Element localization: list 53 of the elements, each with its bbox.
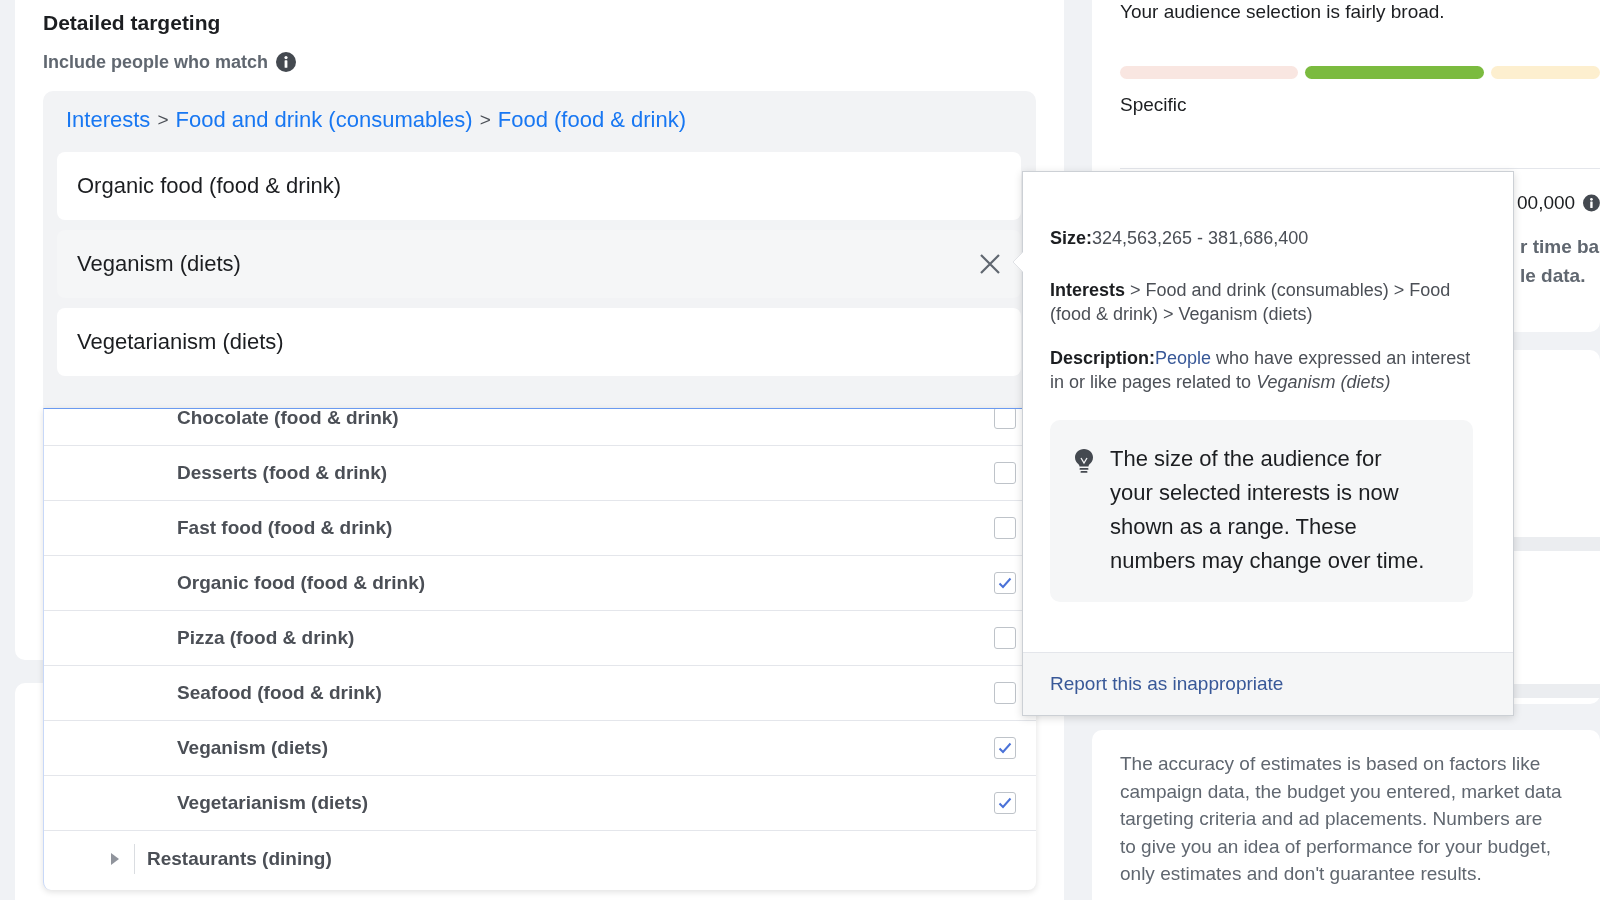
tip-text: The size of the audience for your selected interests is now shown as a range. These numbers may change over time. — [1110, 445, 1426, 575]
description-text: Description:People who have expressed an interest in or like pages related to Veganism (diets) — [1050, 347, 1472, 394]
lightbulb-icon — [1074, 448, 1094, 474]
info-icon[interactable] — [1583, 193, 1600, 213]
estimate-value: 00,000 — [1517, 191, 1576, 215]
report-link[interactable]: Report this as inappropriate — [1050, 672, 1284, 696]
checkbox[interactable] — [994, 572, 1016, 594]
interest-option[interactable]: Chocolate (food & drink) — [177, 409, 399, 429]
interest-option[interactable]: Seafood (food & drink) — [177, 682, 382, 704]
interest-label: Organic food (food & drink) — [77, 173, 342, 199]
checkbox[interactable] — [994, 517, 1016, 539]
check-icon — [998, 577, 1012, 589]
checkbox[interactable] — [994, 462, 1016, 484]
breadcrumb-separator: > — [157, 109, 169, 131]
breadcrumb-link[interactable]: Interests — [66, 107, 151, 133]
meter-label: Specific — [1120, 93, 1188, 117]
checkbox[interactable] — [994, 737, 1016, 759]
breadcrumb-link[interactable]: Food and drink (consumables) — [175, 107, 473, 133]
section-title: Detailed targeting — [43, 10, 222, 36]
selected-interest-row[interactable]: Organic food (food & drink) — [57, 152, 1021, 220]
interest-option[interactable]: Veganism (diets) — [177, 737, 328, 759]
accuracy-note-line: targeting criteria and ad placements. Numbers are — [1120, 807, 1544, 831]
breadcrumb-link[interactable]: Food (food & drink) — [497, 107, 687, 133]
interest-option[interactable]: Vegetarianism (diets) — [177, 792, 369, 814]
close-icon[interactable] — [979, 253, 1001, 275]
breadcrumb-separator: > — [479, 109, 491, 131]
check-icon — [998, 797, 1012, 809]
audience-breadth-text: Your audience selection is fairly broad. — [1120, 0, 1446, 24]
accuracy-note-line: only estimates and don't guarantee results. — [1120, 862, 1483, 886]
accuracy-note-line: campaign data, the budget you entered, market data — [1120, 779, 1563, 804]
subtitle: Include people who match — [43, 51, 269, 73]
accuracy-note-line: The accuracy of estimates is based on factors like — [1120, 752, 1542, 776]
estimate-note: le data. — [1520, 264, 1586, 288]
interest-option[interactable]: Pizza (food & drink) — [177, 627, 355, 649]
interest-option[interactable]: Organic food (food & drink) — [177, 572, 426, 594]
selected-interest-row[interactable]: Vegetarianism (diets) — [57, 308, 1021, 376]
category-option[interactable]: Restaurants (dining) — [147, 848, 332, 870]
caret-icon[interactable] — [110, 852, 120, 866]
checkbox[interactable] — [994, 627, 1016, 649]
audience-size: Size:324,563,265 - 381,686,400 — [1050, 227, 1310, 250]
interest-label: Vegetarianism (diets) — [77, 329, 284, 355]
people-link[interactable]: People — [1155, 348, 1212, 368]
interest-option[interactable]: Desserts (food & drink) — [177, 462, 388, 484]
accuracy-note-line: to give you an idea of performance for your budget, — [1120, 834, 1552, 859]
interest-option[interactable]: Fast food (food & drink) — [177, 517, 393, 539]
checkbox[interactable] — [994, 682, 1016, 704]
interest-path: Interests > Food and drink (consumables) > Food (food & drink) > Veganism (diets) — [1050, 279, 1452, 326]
estimate-note: r time ba — [1520, 235, 1600, 259]
checkbox[interactable] — [994, 409, 1016, 429]
info-icon[interactable] — [276, 52, 297, 72]
check-icon — [998, 742, 1012, 754]
interest-label: Veganism (diets) — [77, 251, 241, 277]
checkbox[interactable] — [994, 792, 1016, 814]
